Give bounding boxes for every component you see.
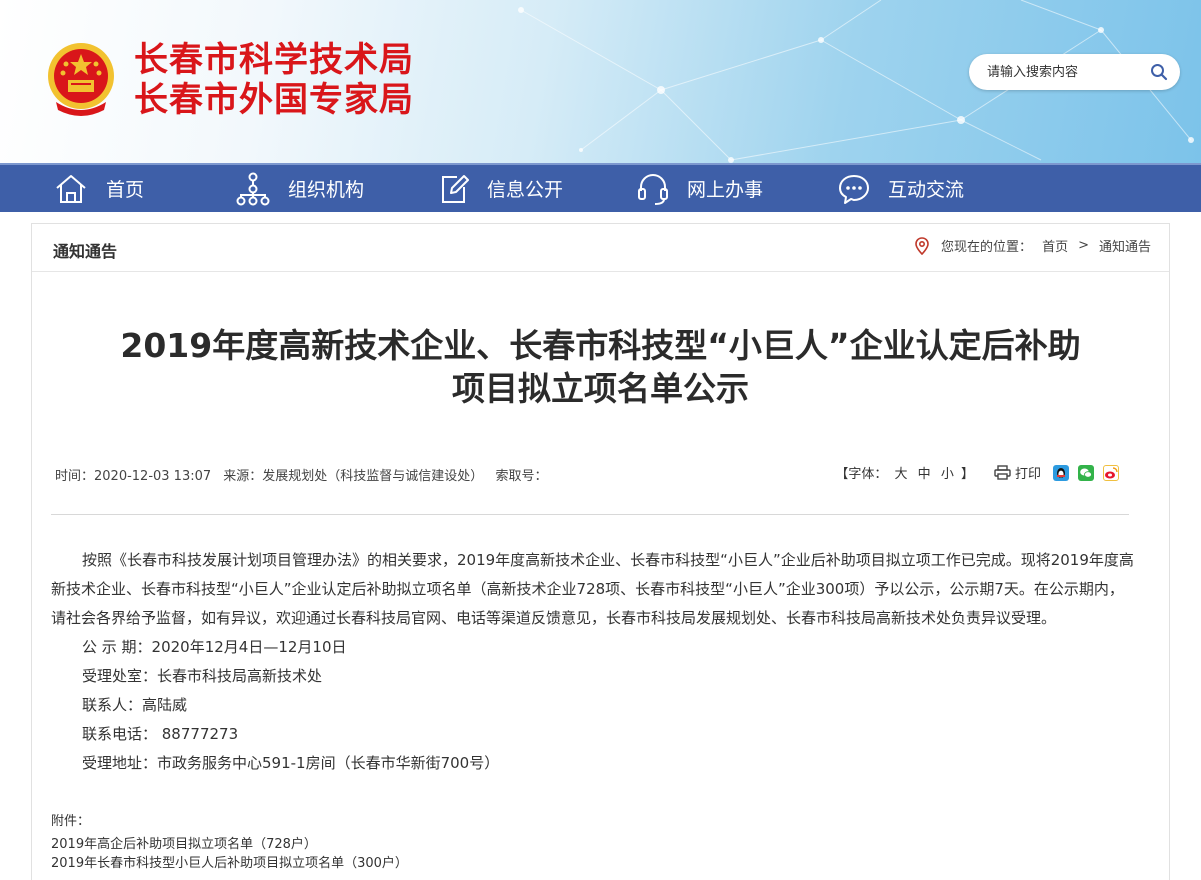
nav-label-organization: 组织机构 [288, 179, 365, 201]
nav-item-online-services[interactable]: 网上办事 [637, 165, 763, 212]
article-tools: 【字体： 大 中 小 】 打印 [835, 463, 1119, 482]
attachments-label: 附件： [51, 814, 91, 829]
home-icon [56, 174, 86, 203]
site-title-line1: 长春市科学技术局 [134, 40, 414, 80]
search-icon[interactable] [1150, 63, 1168, 81]
nav-item-home[interactable]: 首页 [54, 165, 144, 212]
font-size-small[interactable]: 小 [941, 467, 954, 482]
breadcrumb-home-link[interactable]: 首页 [1042, 236, 1068, 255]
edit-icon [442, 174, 469, 203]
font-size-close: 】 [960, 467, 974, 482]
article-body: 按照《长春市科技发展计划项目管理办法》的相关要求，2019年度高新技术企业、长春… [51, 546, 1136, 778]
article-title: 2019年度高新技术企业、长春市科技型“小巨人”企业认定后补助 项目拟立项名单公… [32, 324, 1169, 410]
qq-share-icon[interactable] [1053, 464, 1069, 481]
headset-icon [638, 173, 668, 205]
weibo-share-icon[interactable] [1103, 464, 1119, 481]
attachment-link[interactable]: 2019年长春市科技型小巨人后补助项目拟立项名单（300户） [51, 854, 408, 873]
publicity-period: 公 示 期：2020年12月4日—12月10日 [82, 638, 347, 656]
meta-divider [51, 514, 1129, 515]
article-meta: 时间：2020-12-03 13:07 来源：发展规划处（科技监督与诚信建设处）… [55, 465, 555, 484]
body-paragraph: 按照《长春市科技发展计划项目管理办法》的相关要求，2019年度高新技术企业、长春… [51, 551, 1134, 627]
main-nav: 首页 组织机构 信息公开 网上办事 互动交流 [0, 163, 1201, 212]
nav-item-organization[interactable]: 组织机构 [236, 165, 364, 212]
article-title-line2: 项目拟立项名单公示 [452, 369, 749, 408]
contact-person: 联系人：高陆威 [82, 696, 188, 714]
panel-title: 通知通告 [53, 242, 118, 261]
contact-phone: 联系电话： 88777273 [82, 725, 239, 743]
handling-address: 受理地址：市政务服务中心591-1房间（长春市华新街700号） [82, 754, 500, 772]
handling-office: 受理处室：长春市科技局高新技术处 [82, 667, 323, 685]
print-button[interactable]: 打印 [1015, 463, 1041, 482]
font-size-label: 【字体： [835, 467, 888, 482]
font-size-medium[interactable]: 中 [918, 467, 931, 482]
article-title-line1: 2019年度高新技术企业、长春市科技型“小巨人”企业认定后补助 [120, 326, 1081, 365]
site-title: 长春市科学技术局 长春市外国专家局 [134, 40, 414, 120]
attachment-link[interactable]: 2019年高企后补助项目拟立项名单（728户） [51, 835, 408, 854]
article-source: 来源：发展规划处（科技监督与诚信建设处） [223, 469, 484, 484]
chat-icon [839, 174, 869, 204]
nav-label-home: 首页 [106, 179, 145, 201]
attachments: 附件： 2019年高企后补助项目拟立项名单（728户） 2019年长春市科技型小… [51, 812, 408, 873]
nav-label-interaction: 互动交流 [888, 179, 965, 201]
panel-header: 通知通告 您现在的位置： 首页 > 通知通告 [32, 224, 1169, 272]
nav-label-online-services: 网上办事 [687, 179, 764, 201]
font-size-selector: 【字体： 大 中 小 】 [835, 463, 974, 482]
nav-label-info-disclosure: 信息公开 [487, 179, 564, 201]
font-size-large[interactable]: 大 [895, 467, 908, 482]
nav-item-info-disclosure[interactable]: 信息公开 [439, 165, 563, 212]
printer-icon[interactable] [994, 465, 1011, 480]
location-pin-icon [915, 236, 929, 255]
nav-item-interaction[interactable]: 互动交流 [838, 165, 964, 212]
search-input[interactable] [987, 54, 1147, 90]
breadcrumb-separator: > [1078, 238, 1089, 253]
breadcrumb: 您现在的位置： 首页 > 通知通告 [915, 236, 1151, 255]
publish-time: 时间：2020-12-03 13:07 [55, 469, 212, 484]
index-number: 索取号： [495, 469, 548, 484]
search-box [969, 54, 1180, 90]
content-panel: 通知通告 您现在的位置： 首页 > 通知通告 2019年度高新技术企业、长春市科… [31, 223, 1170, 880]
national-emblem-logo [48, 43, 114, 116]
site-title-line2: 长春市外国专家局 [134, 80, 414, 120]
wechat-share-icon[interactable] [1078, 464, 1094, 481]
site-header: 长春市科学技术局 长春市外国专家局 [0, 0, 1201, 163]
breadcrumb-current[interactable]: 通知通告 [1099, 236, 1151, 255]
breadcrumb-prefix: 您现在的位置： [941, 240, 1033, 255]
org-chart-icon [236, 172, 270, 205]
